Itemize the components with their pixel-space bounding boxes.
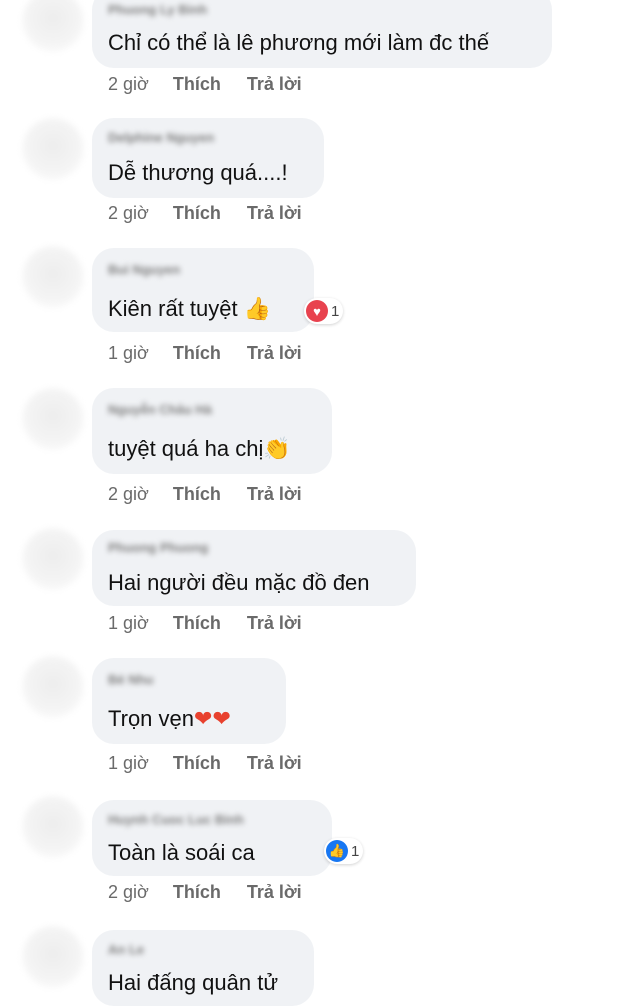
comment-actions: 1 giờ Thích Trả lời [108,753,302,774]
comment-bubble: Nguyễn Châu Hà tuyệt quá ha chị👏 [92,388,332,474]
comment-text-body: Trọn vẹn [108,706,195,731]
reaction-count: 1 [331,302,340,320]
like-action[interactable]: Thích [173,343,221,364]
commenter-name[interactable]: An Le [108,942,144,957]
heart-reaction-icon: ♥ [306,300,328,322]
reply-action[interactable]: Trả lời [247,753,302,774]
clapping-hands-emoji-icon: 👏 [263,437,291,462]
avatar[interactable] [22,118,84,180]
comment-text: tuyệt quá ha chị👏 [108,436,291,462]
comment-time[interactable]: 2 giờ [108,203,149,224]
reply-action[interactable]: Trả lời [247,74,302,95]
comment-bubble: Phuong Ly Binh Chỉ có thể là lê phương m… [92,0,552,68]
commenter-name[interactable]: Bé Nhu [108,672,154,687]
comment-bubble: Huynh Cuoc Luc Binh Toàn là soái ca [92,800,332,876]
comment-text: Trọn vẹn❤❤ [108,706,231,732]
reply-action[interactable]: Trả lời [247,484,302,505]
commenter-name[interactable]: Phuong Phuong [108,540,208,555]
comment-text: Dễ thương quá....! [108,160,288,185]
reply-action[interactable]: Trả lời [247,343,302,364]
like-action[interactable]: Thích [173,74,221,95]
comment-time[interactable]: 2 giờ [108,74,149,95]
comment-actions: 2 giờ Thích Trả lời [108,74,302,95]
comment-bubble: An Le Hai đấng quân tử [92,930,314,1006]
comment-actions: 2 giờ Thích Trả lời [108,203,302,224]
comment-text: Hai đấng quân tử [108,970,279,995]
commenter-name[interactable]: Bui Nguyen [108,262,180,277]
commenter-name[interactable]: Nguyễn Châu Hà [108,402,212,417]
reply-action[interactable]: Trả lời [247,882,302,903]
commenter-name[interactable]: Delphine Nguyen [108,130,214,145]
comment-text: Hai người đều mặc đồ đen [108,570,370,595]
comment-text-body: Kiên rất tuyệt [108,296,244,321]
comment-bubble: Bui Nguyen Kiên rất tuyệt 👍 [92,248,314,332]
commenter-name[interactable]: Phuong Ly Binh [108,2,207,17]
like-reaction-icon: 👍 [326,840,348,862]
comment-time[interactable]: 1 giờ [108,613,149,634]
comment-text: Kiên rất tuyệt 👍 [108,296,271,322]
comment-time[interactable]: 2 giờ [108,484,149,505]
reply-action[interactable]: Trả lời [247,613,302,634]
avatar[interactable] [22,528,84,590]
comment-actions: 1 giờ Thích Trả lời [108,343,302,364]
like-action[interactable]: Thích [173,484,221,505]
comment-time[interactable]: 1 giờ [108,753,149,774]
avatar[interactable] [22,0,84,52]
like-action[interactable]: Thích [173,753,221,774]
comment-actions: 2 giờ Thích Trả lời [108,484,302,505]
comment-actions: 2 giờ Thích Trả lời [108,882,302,903]
comment-text: Toàn là soái ca [108,840,255,865]
avatar[interactable] [22,388,84,450]
reaction-badge[interactable]: ♥ 1 [304,298,344,324]
comment-text: Chỉ có thể là lê phương mới làm đc thế [108,30,490,55]
commenter-name[interactable]: Huynh Cuoc Luc Binh [108,812,244,827]
comment-time[interactable]: 2 giờ [108,882,149,903]
comment-actions: 1 giờ Thích Trả lời [108,613,302,634]
avatar[interactable] [22,926,84,988]
comment-bubble: Phuong Phuong Hai người đều mặc đồ đen [92,530,416,606]
like-action[interactable]: Thích [173,613,221,634]
avatar[interactable] [22,246,84,308]
reaction-badge[interactable]: 👍 1 [324,838,364,864]
avatar[interactable] [22,656,84,718]
avatar[interactable] [22,796,84,858]
reaction-count: 1 [351,842,360,860]
red-heart-emoji-icon: ❤❤ [194,707,231,732]
like-action[interactable]: Thích [173,203,221,224]
comment-bubble: Delphine Nguyen Dễ thương quá....! [92,118,324,198]
comment-text-body: tuyệt quá ha chị [108,436,264,461]
comment-bubble: Bé Nhu Trọn vẹn❤❤ [92,658,286,744]
thumbs-up-emoji-icon: 👍 [243,297,272,322]
reply-action[interactable]: Trả lời [247,203,302,224]
comment-time[interactable]: 1 giờ [108,343,149,364]
like-action[interactable]: Thích [173,882,221,903]
